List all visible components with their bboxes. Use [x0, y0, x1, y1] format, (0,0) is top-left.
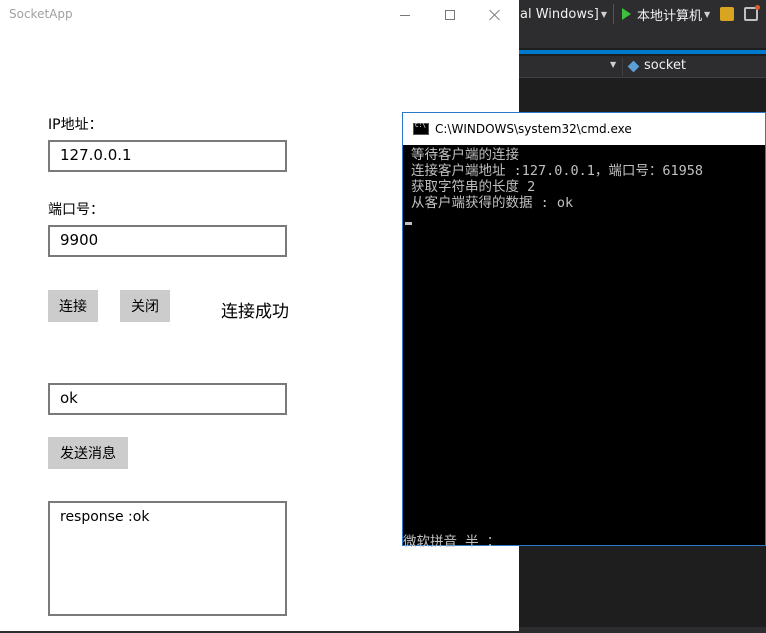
close-icon: [489, 9, 501, 21]
minimize-icon: [400, 14, 410, 16]
maximize-button[interactable]: [427, 0, 473, 30]
ime-status: 微软拼音 半 ：: [403, 534, 501, 550]
connect-button[interactable]: 连接: [48, 290, 98, 322]
ide-tab-strip: [518, 28, 766, 48]
chevron-down-icon[interactable]: ▼: [601, 10, 607, 19]
message-input[interactable]: ok: [48, 383, 287, 415]
chevron-down-icon[interactable]: ▼: [704, 10, 710, 19]
console-cursor: [405, 222, 412, 225]
run-target-button[interactable]: 本地计算机: [637, 5, 702, 24]
response-textbox[interactable]: response :ok: [48, 501, 287, 616]
cmd-titlebar[interactable]: C:\WINDOWS\system32\cmd.exe: [403, 113, 765, 145]
bookmark-icon[interactable]: [720, 7, 735, 21]
maximize-icon: [445, 10, 455, 20]
tool-icon[interactable]: [744, 5, 761, 21]
ide-navigation-bar: ▼ socket: [518, 56, 766, 78]
namespace-dropdown[interactable]: socket: [644, 58, 686, 73]
window-title: SocketApp: [9, 7, 73, 21]
cmd-window: C:\WINDOWS\system32\cmd.exe 等待客户端的连接 连接客…: [402, 112, 766, 550]
close-window-button[interactable]: [472, 0, 518, 30]
ide-toolbar: al Windows] ▼ 本地计算机 ▼: [518, 0, 766, 28]
ip-input[interactable]: 127.0.0.1: [48, 140, 287, 172]
ip-label: IP地址：: [48, 117, 103, 133]
console-line: 从客户端获得的数据 : ok: [411, 195, 574, 211]
nav-separator: [622, 58, 623, 76]
console-line: 等待客户端的连接: [411, 147, 519, 163]
toolbar-separator: [612, 4, 614, 24]
ide-active-tab-accent: [518, 50, 766, 54]
platform-dropdown[interactable]: al Windows]: [518, 7, 599, 22]
chevron-down-icon[interactable]: ▼: [610, 60, 616, 69]
namespace-icon: [627, 60, 640, 73]
play-icon[interactable]: [621, 8, 631, 20]
send-message-button[interactable]: 发送消息: [48, 437, 128, 469]
console-line: 连接客户端地址 :127.0.0.1，端口号：61958: [411, 163, 704, 179]
minimize-button[interactable]: [382, 0, 428, 30]
close-button[interactable]: 关闭: [120, 290, 170, 322]
console-icon: [413, 122, 429, 135]
status-text: 连接成功: [221, 302, 289, 322]
console-output: 等待客户端的连接 连接客户端地址 :127.0.0.1，端口号：61958 获取…: [411, 147, 761, 211]
console-line: 获取字符串的长度 2: [411, 179, 536, 195]
response-text: response :ok: [60, 509, 150, 525]
cmd-title: C:\WINDOWS\system32\cmd.exe: [435, 122, 632, 136]
port-label: 端口号：: [48, 202, 104, 218]
port-input[interactable]: 9900: [48, 225, 287, 257]
